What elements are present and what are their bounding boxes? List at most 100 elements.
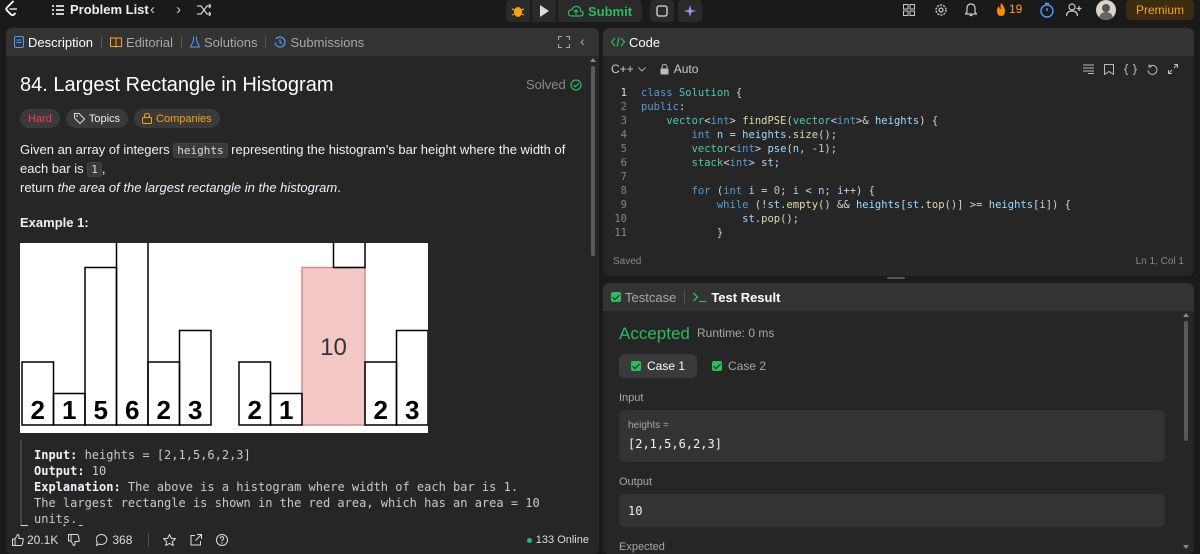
tab-solutions[interactable]: Solutions <box>190 35 265 50</box>
tab-description-label: Description <box>28 34 94 50</box>
histogram-bar <box>332 243 366 269</box>
reset-icon[interactable] <box>1147 64 1158 75</box>
problem-tags: Hard Topics Companies <box>20 109 220 128</box>
like-count: 20.1K <box>27 533 59 547</box>
debug-button[interactable] <box>506 0 530 22</box>
input-value: heights = [2,1,5,6,2,3] <box>77 448 251 462</box>
notes-button[interactable] <box>650 0 675 22</box>
timer-icon[interactable] <box>1039 2 1055 18</box>
ai-assist-button[interactable] <box>678 0 703 22</box>
check-icon <box>712 361 722 371</box>
code-line: 5 vector<int> pse(n, -1); <box>620 143 838 155</box>
test-tabs: Testcase Test Result <box>603 283 1194 311</box>
histogram-bar-label: 1 <box>62 395 76 425</box>
runtime: Runtime: 0 ms <box>697 326 775 340</box>
next-problem-icon[interactable]: › <box>176 1 181 18</box>
expand-icon[interactable] <box>558 36 570 48</box>
tab-code[interactable]: Code <box>611 35 668 50</box>
companies-badge[interactable]: Companies <box>134 109 220 128</box>
histogram-bar-label: 2 <box>248 395 262 425</box>
description-panel: Description Editorial Solutions Submissi… <box>6 28 599 554</box>
output-section-label: Output <box>619 476 653 488</box>
code-line: 7 <box>620 171 627 183</box>
desc-text: return <box>20 180 58 195</box>
tab-testcase[interactable]: Testcase <box>611 290 684 305</box>
format-lines-icon[interactable] <box>1083 64 1094 74</box>
tab-editorial[interactable]: Editorial <box>110 35 181 50</box>
input-section-label: Input <box>619 392 644 404</box>
premium-button[interactable]: Premium <box>1126 0 1194 20</box>
streak-counter[interactable]: 19 <box>996 2 1022 16</box>
star-icon[interactable] <box>163 534 177 546</box>
submit-button[interactable]: Submit <box>558 0 643 22</box>
collapse-panel-icon[interactable]: ‹ <box>580 33 585 49</box>
case-1-tab[interactable]: Case 1 <box>619 354 698 378</box>
bookmark-icon[interactable] <box>1104 64 1114 75</box>
panel-resize-handle[interactable] <box>887 277 905 279</box>
desc-text: Given an array of integers <box>20 142 174 157</box>
code-editor[interactable]: 1 class Solution { 2 public: 3 vector<int>… <box>603 86 1194 240</box>
desc-text: , <box>101 161 106 176</box>
tab-divider <box>101 36 103 48</box>
tab-editorial-label: Editorial <box>126 34 173 50</box>
code-line: 4 int n = heights.size(); <box>620 129 838 141</box>
case-2-tab[interactable]: Case 2 <box>700 354 778 378</box>
companies-label: Companies <box>156 112 212 125</box>
run-button[interactable] <box>532 0 556 22</box>
help-icon[interactable] <box>216 534 229 546</box>
output-value: 10 <box>84 464 107 478</box>
topics-badge[interactable]: Topics <box>65 109 129 128</box>
thumbs-down-icon[interactable] <box>68 534 81 546</box>
code-line: 10 st.pop(); <box>614 213 800 225</box>
explanation-label: Explanation: <box>34 480 121 494</box>
comment-icon <box>96 534 108 546</box>
notification-bell-icon[interactable] <box>965 3 977 17</box>
comments-button[interactable]: 368 <box>96 533 132 547</box>
book-icon <box>110 37 123 48</box>
tab-divider <box>265 36 267 48</box>
maximize-icon[interactable] <box>1168 64 1178 74</box>
like-button[interactable]: 20.1K <box>12 533 58 547</box>
tab-description[interactable]: Description <box>14 35 101 50</box>
code-line: 11 } <box>614 227 724 239</box>
output-label: Output: <box>34 464 85 478</box>
lock-icon <box>660 63 669 74</box>
difficulty-badge: Hard <box>20 109 60 128</box>
online-count: 133 Online <box>535 534 589 546</box>
share-icon[interactable] <box>190 534 203 546</box>
tab-submissions[interactable]: Submissions <box>274 35 372 50</box>
braces-icon[interactable] <box>1124 64 1137 75</box>
chevron-down-icon <box>637 66 646 72</box>
online-dot-icon <box>526 537 532 543</box>
layout-icon[interactable] <box>903 4 915 16</box>
add-friend-icon[interactable] <box>1066 3 1082 17</box>
histogram-bar-label: 2 <box>31 395 45 425</box>
description-scrollbar[interactable] <box>590 58 596 548</box>
histogram-bar-label: 1 <box>279 395 293 425</box>
language-label: C++ <box>611 62 634 76</box>
explanation-text-2: The largest rectangle is shown in the re… <box>34 496 540 526</box>
problem-title: 84. Largest Rectangle in Histogram <box>20 74 334 96</box>
test-result-scrollbar[interactable] <box>1183 313 1189 551</box>
shuffle-icon[interactable] <box>197 4 211 16</box>
list-icon <box>52 4 64 15</box>
example-1-block: Input: heights = [2,1,5,6,2,3] Output: 1… <box>20 440 580 530</box>
largest-area-label: 10 <box>320 334 347 361</box>
user-avatar[interactable] <box>1096 0 1116 20</box>
cursor-position: Ln 1, Col 1 <box>1135 256 1184 267</box>
settings-gear-icon[interactable] <box>934 3 948 17</box>
auto-mode-toggle[interactable]: Auto <box>660 62 699 76</box>
check-circle-icon <box>570 78 582 91</box>
tab-submissions-label: Submissions <box>290 34 365 50</box>
auto-label: Auto <box>673 62 699 76</box>
histogram-image: 2 1 5 6 2 3 2 1 2 310 <box>20 243 428 433</box>
code-line: 8 for (int i = 0; i < n; i++) { <box>620 185 875 197</box>
explanation-text: The above is a histogram where width of … <box>120 480 519 494</box>
language-select[interactable]: C++ <box>611 62 646 76</box>
tab-test-result[interactable]: Test Result <box>693 290 788 305</box>
prev-problem-icon[interactable]: ‹ <box>150 1 155 18</box>
code-header: Code <box>603 28 1194 56</box>
problem-list-link[interactable]: Problem List <box>52 2 149 17</box>
terminal-icon <box>693 292 707 302</box>
leetcode-logo-icon[interactable] <box>4 0 20 18</box>
